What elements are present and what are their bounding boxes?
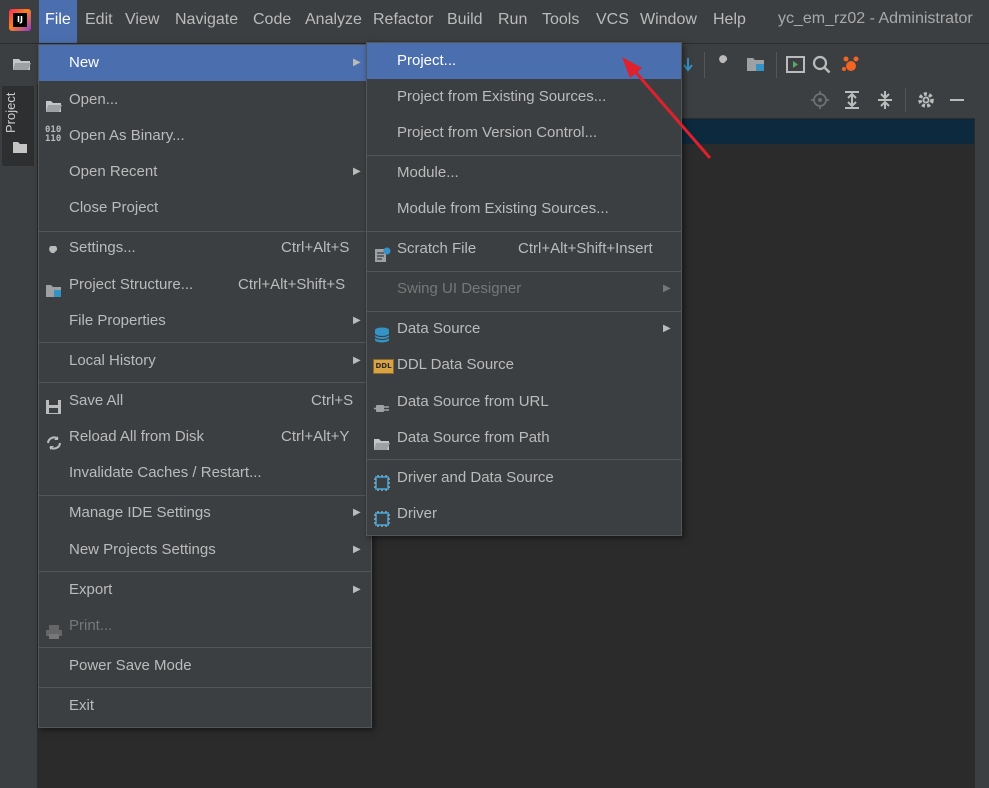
printer-icon — [45, 618, 63, 639]
menu-item-new[interactable]: New ▶ — [39, 45, 371, 81]
reload-icon — [45, 429, 63, 450]
window-title: yc_em_rz02 - Administrator — [778, 10, 973, 27]
menu-run[interactable]: Run — [492, 0, 533, 43]
open-folder-icon — [373, 430, 391, 450]
menu-item-manage-ide-settings[interactable]: Manage IDE Settings ▶ — [39, 495, 371, 531]
menu-item-open-binary[interactable]: 010 110 Open As Binary... — [39, 118, 371, 154]
locate-icon[interactable] — [811, 91, 829, 109]
menu-item-project-existing-sources[interactable]: Project from Existing Sources... — [367, 79, 681, 115]
save-icon — [45, 393, 63, 414]
menu-item-data-source-path[interactable]: Data Source from Path — [367, 420, 681, 456]
menu-item-new-project[interactable]: Project... — [367, 43, 681, 79]
right-tool-strip — [975, 84, 989, 788]
binary-icon: 010 110 — [45, 125, 62, 144]
menu-view[interactable]: View — [119, 0, 165, 43]
menu-item-module-existing-sources[interactable]: Module from Existing Sources... — [367, 191, 681, 227]
menu-item-swing-ui-designer: Swing UI Designer ▶ — [397, 280, 671, 297]
open-folder-icon[interactable] — [12, 56, 32, 72]
menu-item-print: Print... — [39, 608, 371, 644]
menu-item-local-history[interactable]: Local History ▶ — [39, 343, 371, 379]
menu-item-data-source-url[interactable]: Data Source from URL — [367, 384, 681, 420]
scratch-file-icon — [373, 241, 391, 262]
wrench-icon[interactable] — [714, 55, 732, 73]
menu-vcs[interactable]: VCS — [590, 0, 635, 43]
menu-analyze[interactable]: Analyze — [299, 0, 368, 43]
menu-item-reload[interactable]: Reload All from Disk Ctrl+Alt+Y — [39, 419, 371, 455]
menu-navigate[interactable]: Navigate — [169, 0, 244, 43]
menu-item-project-vcs[interactable]: Project from Version Control... — [367, 115, 681, 151]
menu-item-scratch-file[interactable]: Scratch File Ctrl+Alt+Shift+Insert — [367, 231, 681, 267]
menu-item-file-properties[interactable]: File Properties ▶ — [39, 303, 371, 339]
expand-all-icon[interactable] — [843, 90, 861, 110]
menu-item-module[interactable]: Module... — [367, 155, 681, 191]
menu-item-invalidate-caches[interactable]: Invalidate Caches / Restart... — [39, 455, 371, 491]
menu-item-exit[interactable]: Exit — [39, 688, 371, 724]
left-tool-strip — [0, 84, 38, 788]
folder-icon — [12, 140, 28, 154]
menu-item-data-source[interactable]: Data Source ▶ — [367, 311, 681, 347]
menu-edit[interactable]: Edit — [79, 0, 119, 43]
plug-icon — [373, 394, 391, 412]
menu-item-ddl-data-source[interactable]: DDL DDL Data Source — [367, 347, 681, 383]
menu-item-settings[interactable]: Settings... Ctrl+Alt+S — [39, 230, 371, 266]
menu-file[interactable]: File — [39, 0, 77, 43]
menu-item-close-project[interactable]: Close Project — [39, 190, 371, 226]
driver-icon — [373, 470, 391, 491]
menu-item-driver[interactable]: Driver — [367, 496, 681, 532]
driver-icon — [373, 506, 391, 527]
project-tab-label: Project — [3, 92, 18, 134]
menu-item-open-recent[interactable]: Open Recent ▶ — [39, 154, 371, 190]
menu-item-open[interactable]: Open... — [39, 82, 371, 118]
menu-item-project-structure[interactable]: Project Structure... Ctrl+Alt+Shift+S — [39, 267, 371, 303]
toolbar-separator — [905, 88, 906, 112]
toolbar-separator — [704, 52, 705, 78]
collapse-all-icon[interactable] — [876, 90, 894, 110]
menu-code[interactable]: Code — [247, 0, 297, 43]
open-folder-icon — [45, 92, 63, 112]
ddl-icon: DDL — [373, 359, 394, 374]
project-structure-icon — [45, 277, 63, 297]
project-structure-icon[interactable] — [746, 56, 766, 73]
menu-item-new-projects-settings[interactable]: New Projects Settings ▶ — [39, 532, 371, 568]
plugin-icon[interactable] — [840, 54, 862, 76]
database-icon — [373, 321, 391, 343]
wrench-icon — [45, 240, 63, 260]
intellij-logo-icon: IJ — [9, 9, 31, 31]
menu-item-power-save-mode[interactable]: Power Save Mode — [39, 648, 371, 684]
menu-item-driver-and-data-source[interactable]: Driver and Data Source — [367, 460, 681, 496]
menu-tools[interactable]: Tools — [536, 0, 585, 43]
gear-icon[interactable] — [916, 90, 936, 110]
menu-help[interactable]: Help — [707, 0, 752, 43]
menu-item-save-all[interactable]: Save All Ctrl+S — [39, 383, 371, 419]
file-menu: New ▶ Open... 010 110 Open As Binary... O… — [38, 44, 372, 728]
menu-window[interactable]: Window — [634, 0, 703, 43]
update-project-icon[interactable] — [680, 56, 696, 74]
new-submenu: Project... Project from Existing Sources… — [366, 42, 682, 536]
menu-refactor[interactable]: Refactor — [367, 0, 439, 43]
search-icon[interactable] — [812, 55, 832, 75]
menu-item-export[interactable]: Export ▶ — [39, 572, 371, 608]
run-anything-icon[interactable] — [786, 56, 805, 73]
hide-icon[interactable] — [950, 99, 964, 101]
toolbar-separator — [776, 52, 777, 78]
menu-build[interactable]: Build — [441, 0, 489, 43]
